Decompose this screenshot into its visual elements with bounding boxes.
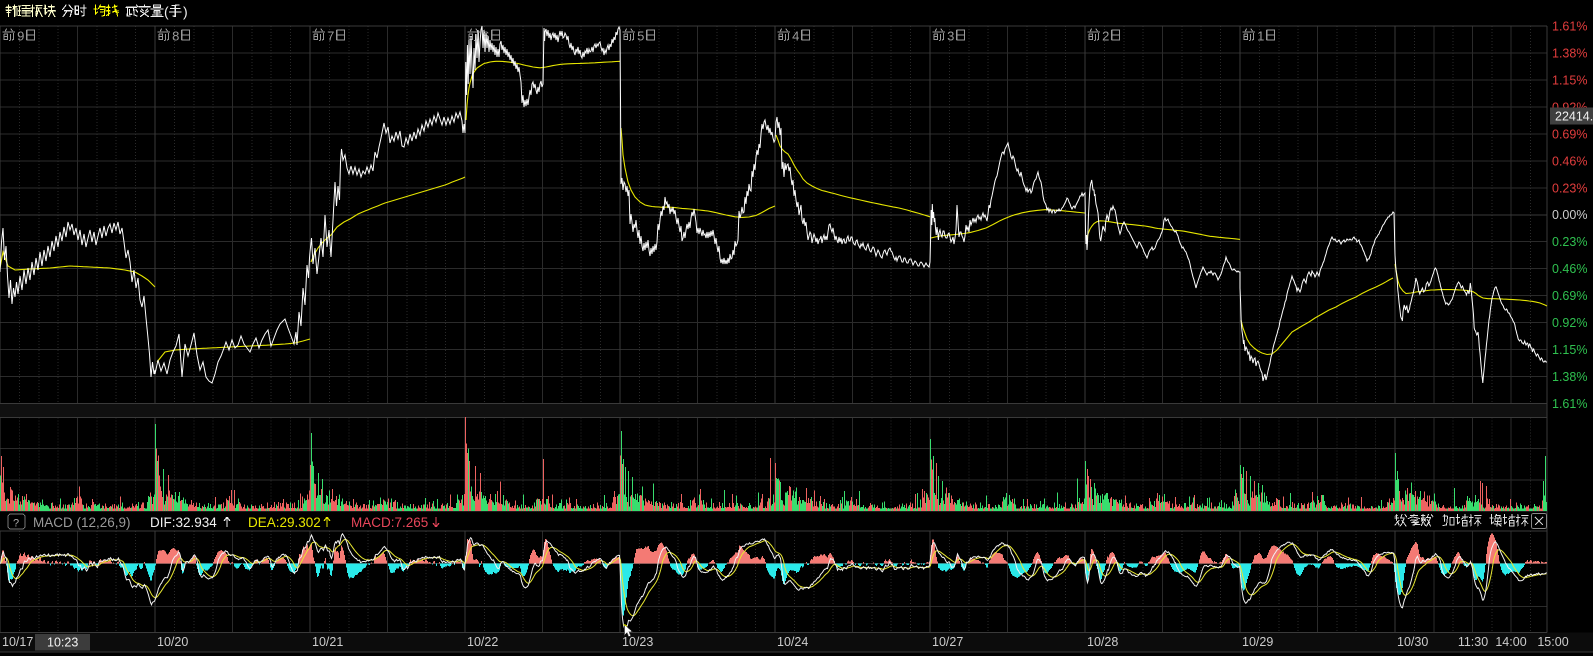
svg-text:11:30: 11:30 <box>1458 635 1488 649</box>
svg-text:1.15%: 1.15% <box>1552 343 1587 357</box>
svg-text:1.38%: 1.38% <box>1552 370 1587 384</box>
svg-text:10/24: 10/24 <box>777 635 808 649</box>
svg-text:4: 4 <box>792 29 799 44</box>
svg-text:0.00%: 0.00% <box>1552 208 1587 222</box>
svg-text:MACD (12,26,9): MACD (12,26,9) <box>33 515 131 530</box>
svg-text:10/30: 10/30 <box>1397 635 1428 649</box>
svg-text:?: ? <box>13 518 19 530</box>
svg-text:10/17: 10/17 <box>2 635 33 649</box>
svg-text:9: 9 <box>17 29 24 44</box>
svg-text:0.69%: 0.69% <box>1552 127 1587 141</box>
svg-text:0.23%: 0.23% <box>1552 235 1587 249</box>
svg-text:22414.: 22414. <box>1555 110 1593 124</box>
svg-text:1.61%: 1.61% <box>1552 397 1587 411</box>
svg-text:): ) <box>183 4 188 20</box>
svg-text:2: 2 <box>1102 29 1109 44</box>
svg-text:1.15%: 1.15% <box>1552 73 1587 87</box>
svg-text:10/21: 10/21 <box>312 635 343 649</box>
svg-text:1.61%: 1.61% <box>1552 20 1587 34</box>
svg-text:DEA:29.302: DEA:29.302 <box>248 515 321 530</box>
svg-text:10/27: 10/27 <box>932 635 963 649</box>
svg-text:10/22: 10/22 <box>467 635 498 649</box>
svg-text:0.69%: 0.69% <box>1552 289 1587 303</box>
svg-text:0.46%: 0.46% <box>1552 154 1587 168</box>
svg-text:10/28: 10/28 <box>1087 635 1118 649</box>
svg-text:0.46%: 0.46% <box>1552 262 1587 276</box>
svg-text:1: 1 <box>1257 29 1264 44</box>
svg-text:MACD:7.265: MACD:7.265 <box>351 515 428 530</box>
svg-text:5: 5 <box>637 29 644 44</box>
svg-text:7: 7 <box>327 29 334 44</box>
svg-text:0.92%: 0.92% <box>1552 316 1587 330</box>
svg-text:1.38%: 1.38% <box>1552 47 1587 61</box>
svg-text:15:00: 15:00 <box>1537 635 1568 649</box>
svg-text:8: 8 <box>172 29 179 44</box>
svg-text:10/23: 10/23 <box>622 635 653 649</box>
svg-text:3: 3 <box>947 29 954 44</box>
svg-text:(: ( <box>164 4 169 20</box>
svg-text:10/29: 10/29 <box>1242 635 1273 649</box>
svg-text:10/20: 10/20 <box>157 635 188 649</box>
svg-text:0.23%: 0.23% <box>1552 181 1587 195</box>
svg-text:14:00: 14:00 <box>1495 635 1526 649</box>
svg-text:DIF:32.934: DIF:32.934 <box>150 515 217 530</box>
svg-text:10:23: 10:23 <box>47 636 78 650</box>
